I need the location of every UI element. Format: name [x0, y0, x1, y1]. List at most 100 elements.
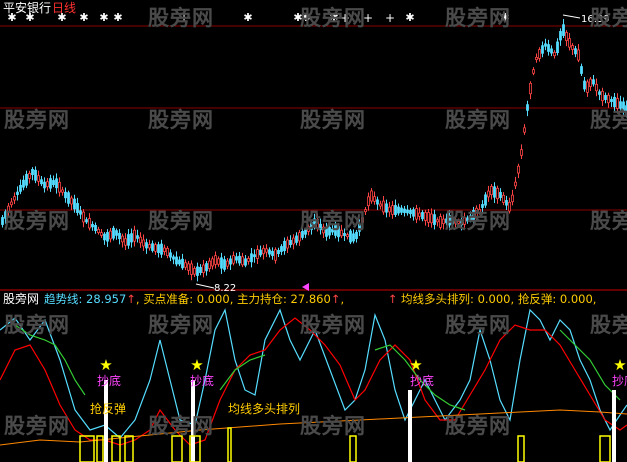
candle-body — [553, 51, 556, 57]
candle-body — [418, 212, 421, 217]
candle-body — [484, 194, 487, 206]
indicator-values-bar: 趋势线: 28.957↑, 买点准备: 0.000, 主力持仓: 27.860↑… — [44, 292, 597, 306]
indicator-buy-label: 买点准备 — [143, 292, 190, 306]
candle-body — [130, 233, 133, 243]
watermark: 股旁网 — [148, 209, 214, 233]
candle-body — [547, 44, 550, 52]
candle-body — [382, 200, 385, 213]
candle-body — [181, 258, 184, 269]
watermark: 股旁网 — [590, 6, 627, 30]
candle-body — [274, 249, 277, 261]
indicator-brand: 股旁网 — [3, 292, 40, 306]
candle-body — [538, 49, 541, 59]
marker-plus-icon: + — [385, 11, 395, 25]
candle-body — [436, 219, 439, 223]
signal-bar-white — [104, 380, 108, 462]
signal-ma-bull-label: 均线多头排列 — [228, 402, 301, 416]
candle-body — [391, 205, 394, 215]
period-label[interactable]: 日线 — [52, 1, 76, 15]
candle-body — [118, 232, 121, 240]
candle-body — [157, 244, 160, 253]
candle-body — [514, 181, 517, 187]
watermark: 股旁网 — [590, 209, 627, 233]
candle-body — [190, 263, 193, 275]
candle-body — [292, 237, 295, 245]
candle-body — [82, 211, 85, 223]
watermark: 股旁网 — [4, 209, 70, 233]
candle-body — [430, 213, 433, 224]
signal-bar-white — [408, 390, 412, 462]
candle-body — [571, 45, 574, 50]
candle-body — [523, 127, 526, 133]
signal-chaodi-label: 抄底 — [97, 374, 122, 388]
candle-body — [409, 209, 412, 215]
candle-body — [370, 190, 373, 202]
marker-star-icon: ✱ — [405, 11, 414, 24]
candle-body — [280, 246, 283, 252]
candle-body — [61, 189, 64, 193]
watermark: 股旁网 — [148, 6, 214, 30]
signal-block-yellow — [517, 435, 525, 462]
candle-body — [79, 210, 82, 215]
candle-body — [244, 258, 247, 266]
candle-body — [289, 239, 292, 246]
candle-body — [208, 260, 211, 269]
watermark: 股旁网 — [300, 108, 366, 132]
candle-body — [100, 232, 103, 236]
candle-body — [535, 56, 538, 61]
candle-body — [19, 184, 22, 192]
signal-block-yellow — [599, 435, 611, 462]
marker-star-icon: ✱ — [113, 11, 122, 24]
indicator-rebound-label: 抢反弹 — [517, 292, 553, 306]
watermark: 股旁网 — [300, 209, 366, 233]
candle-body — [544, 43, 547, 47]
candle-body — [121, 235, 124, 243]
signal-block-yellow — [227, 427, 232, 462]
candle-body — [169, 252, 172, 258]
candle-body — [184, 262, 187, 268]
watermark: 股旁网 — [4, 414, 70, 438]
candle-body — [217, 258, 220, 265]
candle-body — [64, 191, 67, 199]
candle-body — [385, 203, 388, 213]
candle-body — [412, 209, 415, 217]
candle-body — [496, 187, 499, 200]
candle-body — [103, 233, 106, 241]
candle-body — [601, 90, 604, 102]
watermark: 股旁网 — [445, 6, 511, 30]
candle-body — [127, 234, 130, 246]
candle-body — [427, 212, 430, 223]
candle-body — [49, 178, 52, 189]
candle-body — [139, 236, 142, 244]
indicator-trend-value: 28.957 — [86, 292, 127, 306]
high-marker-line — [562, 14, 581, 19]
watermark: 股旁网 — [300, 414, 366, 438]
candle-body — [610, 99, 613, 102]
candle-body — [52, 180, 55, 186]
candle-body — [226, 260, 229, 267]
indicator-rebound-value: 0.000 — [559, 292, 593, 306]
candle-body — [85, 219, 88, 223]
indicator-ma-label: 均线多头排列 — [401, 292, 471, 306]
candle-body — [46, 181, 49, 188]
candle-body — [238, 255, 241, 264]
candle-body — [220, 257, 223, 269]
watermark: 股旁网 — [445, 414, 511, 438]
candle-body — [232, 255, 235, 264]
candle-body — [148, 244, 151, 249]
watermark: 股旁网 — [445, 108, 511, 132]
candle-body — [115, 230, 118, 236]
candle-body — [172, 256, 175, 260]
candle-body — [22, 179, 25, 188]
candle-body — [178, 259, 181, 265]
signal-block-yellow — [111, 435, 121, 462]
candle-body — [235, 256, 238, 261]
candle-body — [97, 228, 100, 234]
candle-body — [37, 175, 40, 182]
candle-body — [55, 178, 58, 189]
candle-body — [88, 218, 91, 229]
indicator-main-value: 27.860 — [290, 292, 331, 306]
candle-body — [265, 248, 268, 253]
indicator-buy-value: 0.000 — [196, 292, 230, 306]
candle-body — [277, 249, 280, 255]
